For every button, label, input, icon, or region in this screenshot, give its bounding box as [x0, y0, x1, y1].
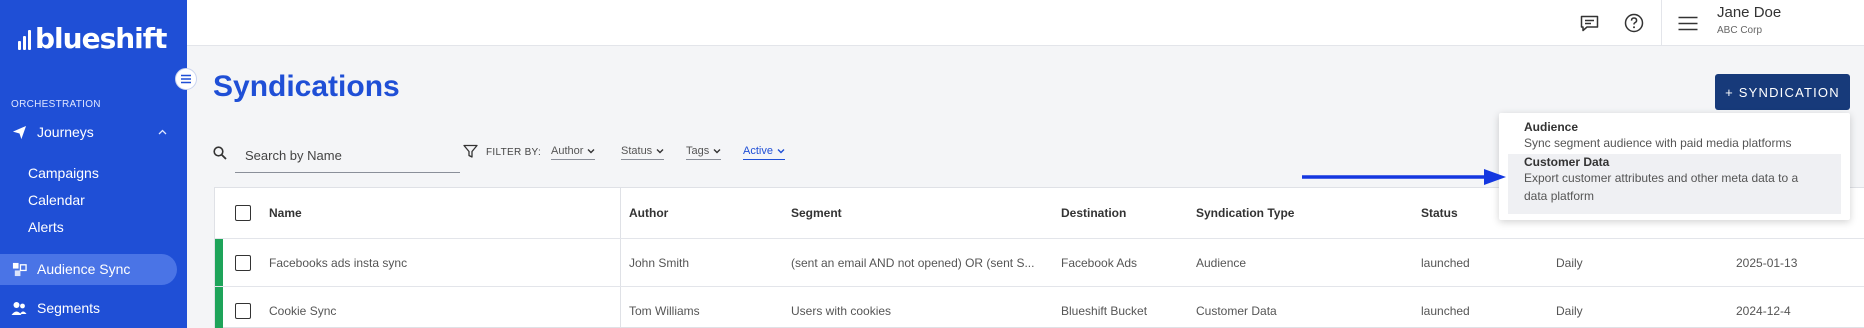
row-checkbox-cell: [235, 239, 251, 286]
filter-dropdown-label: Tags: [686, 145, 710, 157]
cell-syndication-type: Customer Data: [1196, 304, 1277, 318]
cell-segment: (sent an email AND not opened) OR (sent …: [791, 255, 1035, 270]
column-header-segment[interactable]: Segment: [791, 188, 842, 238]
filter-author-dropdown[interactable]: Author: [551, 145, 596, 160]
column-header-destination[interactable]: Destination: [1061, 188, 1126, 238]
annotation-arrow-icon: [1302, 169, 1506, 185]
sidebar-item-label: Journeys: [37, 124, 94, 140]
blueshift-logo[interactable]: blueshift: [18, 22, 167, 55]
column-header-status[interactable]: Status: [1421, 188, 1458, 238]
filter-status-dropdown[interactable]: Status: [621, 145, 665, 160]
cell-segment: Users with cookies: [791, 304, 892, 318]
add-syndication-button[interactable]: + SYNDICATION: [1715, 74, 1850, 110]
filter-tags-dropdown[interactable]: Tags: [686, 145, 722, 160]
sidebar-item-calendar[interactable]: Calendar: [28, 192, 85, 208]
users-icon: [11, 300, 27, 316]
sidebar-item-journeys[interactable]: Journeys: [0, 117, 187, 147]
sidebar-collapse-button[interactable]: [175, 68, 197, 90]
user-name[interactable]: Jane Doe: [1717, 4, 1781, 21]
menu-item-title: Audience: [1524, 120, 1579, 134]
chevron-up-icon[interactable]: [158, 127, 167, 138]
select-all-checkbox[interactable]: [235, 205, 251, 221]
status-indicator: [215, 239, 223, 286]
menu-item-description-line1: Export customer attributes and other met…: [1524, 171, 1799, 185]
column-header-syndication-type[interactable]: Syndication Type: [1196, 188, 1294, 238]
column-header-name[interactable]: Name: [269, 188, 302, 238]
sidebar-item-audience-sync[interactable]: Audience Sync: [0, 254, 187, 284]
user-org: ABC Corp: [1717, 25, 1763, 36]
header-divider: [1661, 0, 1662, 46]
table-row[interactable]: Cookie Sync Tom Williams Users with cook…: [215, 287, 1864, 328]
hamburger-menu-icon[interactable]: [1677, 12, 1699, 34]
sidebar: blueshift ORCHESTRATION Journeys Campaig…: [0, 0, 187, 328]
top-bar: Jane Doe ABC Corp: [187, 0, 1864, 46]
menu-item-customer-data[interactable]: Customer Data Export customer attributes…: [1508, 154, 1841, 214]
cell-syndication-type: Audience: [1196, 255, 1247, 270]
filter-dropdown-label: Author: [551, 145, 584, 157]
cell-author: Tom Williams: [629, 304, 700, 318]
chevron-down-icon: [587, 149, 595, 154]
search-input[interactable]: [235, 138, 460, 173]
filter-active-dropdown[interactable]: Active: [743, 145, 785, 160]
row-checkbox[interactable]: [235, 303, 251, 319]
hamburger-icon: [181, 74, 191, 84]
filter-dropdown-label: Active: [743, 145, 773, 157]
cell-frequency: Daily: [1556, 304, 1583, 318]
row-checkbox-cell: [235, 287, 251, 328]
menu-item-title: Customer Data: [1524, 155, 1610, 169]
filter-dropdown-label: Status: [621, 145, 653, 157]
chevron-down-icon: [656, 149, 664, 154]
cell-status: launched: [1421, 304, 1470, 318]
page-title: Syndications: [213, 70, 400, 103]
menu-item-description-line2: data platform: [1524, 189, 1595, 203]
chevron-down-icon: [777, 149, 785, 154]
sidebar-item-segments[interactable]: Segments: [0, 293, 187, 323]
search-icon: [213, 146, 227, 165]
filter-label: FILTER BY:: [486, 147, 542, 158]
cell-date: 2025-01-13: [1736, 255, 1798, 270]
table-row[interactable]: Facebooks ads insta sync John Smith (sen…: [215, 239, 1864, 287]
sidebar-item-label: Audience Sync: [37, 261, 131, 277]
audience-sync-icon: [11, 261, 27, 277]
cell-destination: Blueshift Bucket: [1061, 304, 1148, 318]
cell-date: 2024-12-4: [1736, 304, 1791, 318]
sidebar-section-label: ORCHESTRATION: [11, 99, 101, 110]
help-icon[interactable]: [1623, 12, 1645, 34]
sidebar-item-label: Segments: [37, 300, 101, 316]
cell-name[interactable]: Cookie Sync: [269, 287, 336, 328]
brand-name: blueshift: [35, 22, 167, 55]
cell-destination: Facebook Ads: [1061, 255, 1138, 270]
sidebar-item-campaigns[interactable]: Campaigns: [28, 165, 99, 181]
chevron-down-icon: [713, 149, 721, 154]
status-indicator: [215, 287, 223, 328]
cell-status: launched: [1421, 255, 1470, 270]
logo-bars-icon: [18, 28, 31, 50]
cell-frequency: Daily: [1556, 255, 1583, 270]
filter-icon: [463, 144, 478, 164]
menu-item-description: Sync segment audience with paid media pl…: [1524, 136, 1792, 150]
chat-icon[interactable]: [1578, 12, 1600, 34]
cell-name[interactable]: Facebooks ads insta sync: [269, 239, 407, 286]
cell-author: John Smith: [629, 255, 690, 270]
paper-plane-icon: [11, 124, 27, 140]
search-box: [213, 138, 460, 173]
sidebar-item-alerts[interactable]: Alerts: [28, 219, 64, 235]
menu-item-audience[interactable]: Audience Sync segment audience with paid…: [1508, 118, 1841, 153]
row-checkbox[interactable]: [235, 254, 251, 271]
syndication-type-menu: Audience Sync segment audience with paid…: [1499, 113, 1850, 220]
select-all-checkbox-cell: [235, 188, 251, 238]
column-header-author[interactable]: Author: [629, 188, 668, 238]
